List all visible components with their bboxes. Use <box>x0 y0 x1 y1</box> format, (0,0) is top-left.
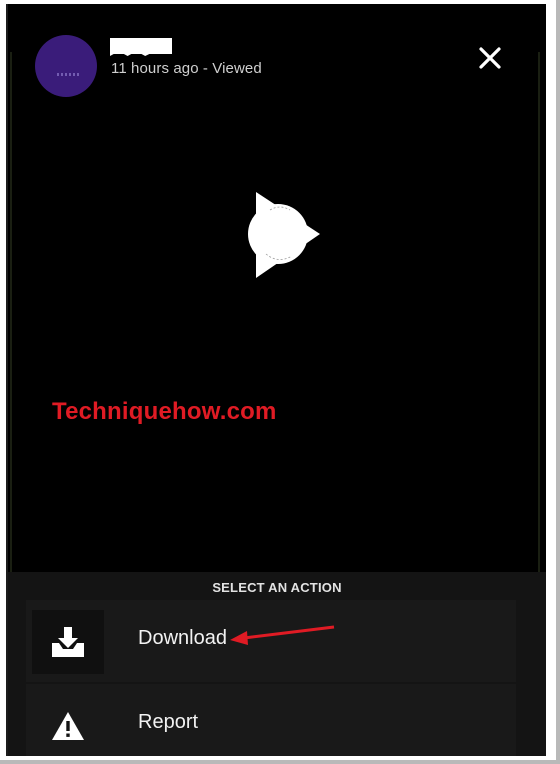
download-icon-box <box>32 610 104 674</box>
watermark-text: Techniquehow.com <box>52 398 277 425</box>
close-icon <box>479 47 501 69</box>
download-label: Download <box>138 627 227 649</box>
screenshot-frame: 11 hours ago - Viewed Techniquehow.com S… <box>0 0 560 764</box>
report-label: Report <box>138 711 199 733</box>
edge-line <box>538 52 540 572</box>
close-button[interactable] <box>474 42 506 74</box>
story-viewer: 11 hours ago - Viewed Techniquehow.com S… <box>6 4 546 756</box>
report-action[interactable]: Report <box>26 684 516 756</box>
play-icon[interactable] <box>240 184 324 280</box>
avatar[interactable] <box>35 35 97 97</box>
warning-triangle-icon <box>52 712 84 740</box>
action-sheet: SELECT AN ACTION Download Report <box>8 572 546 756</box>
report-icon-box <box>32 694 104 756</box>
download-action[interactable]: Download <box>26 600 516 682</box>
edge-line <box>10 52 12 572</box>
action-sheet-title: SELECT AN ACTION <box>212 580 342 595</box>
avatar-text-pattern <box>57 73 81 76</box>
story-timestamp: 11 hours ago - Viewed <box>111 60 262 77</box>
download-tray-icon <box>52 627 84 657</box>
